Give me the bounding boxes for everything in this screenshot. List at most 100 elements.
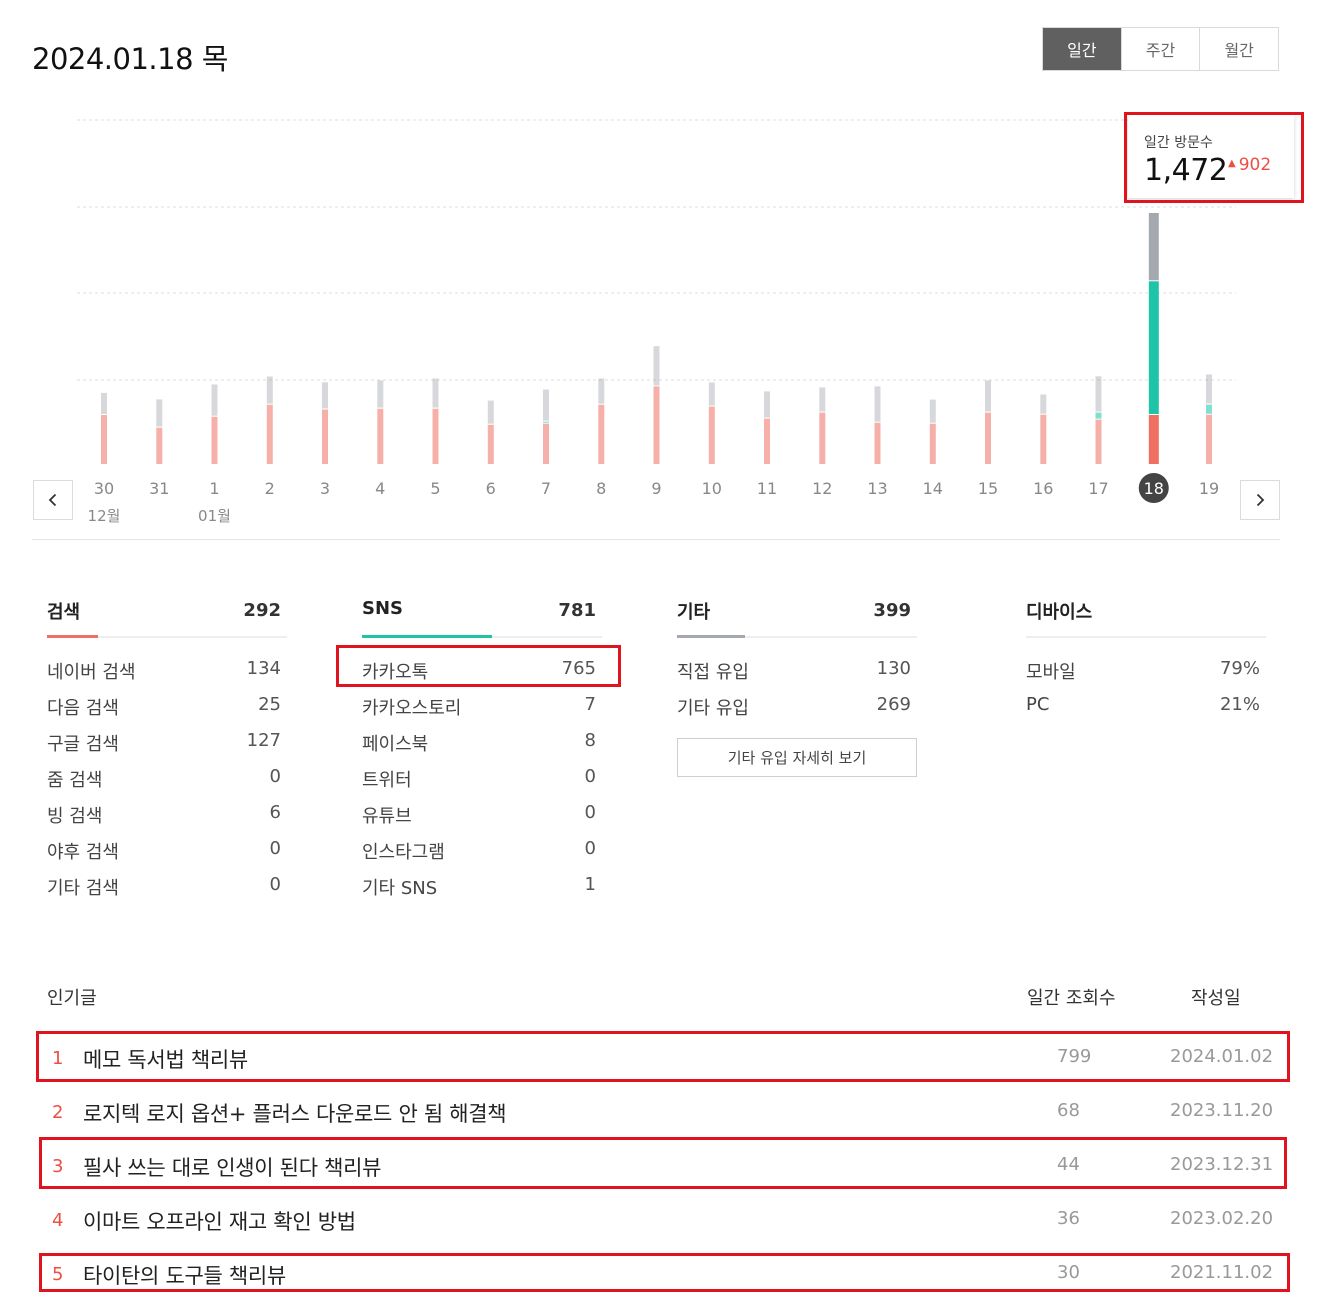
post-title[interactable]: 로지텍 로지 옵션+ 플러스 다운로드 안 됨 해결책 [83,1098,507,1128]
post-title[interactable]: 타이탄의 도구들 책리뷰 [83,1260,286,1290]
stat-label: 직접 유입 [677,662,749,683]
x-tick-label: 10 [702,479,722,498]
stat-search-header: 검색 292 [47,596,287,638]
x-tick-label: 3 [320,479,330,498]
stat-row: 유튜브 0 [362,796,602,832]
chart-bar-segment [1206,414,1212,464]
stat-row: 다음 검색 25 [47,688,287,724]
stat-value: 765 [561,658,596,679]
popular-post-row[interactable]: 2 로지텍 로지 옵션+ 플러스 다운로드 안 됨 해결책 68 2023.11… [47,1084,1274,1138]
stat-value: 21% [1219,694,1260,715]
stat-value: 79% [1219,658,1260,679]
stat-value: 134 [246,658,281,679]
chart-bar-segment [266,376,273,404]
etc-detail-button[interactable]: 기타 유입 자세히 보기 [677,738,917,777]
x-tick-label: 11 [757,479,777,498]
stat-value: 1 [584,874,596,895]
stat-sns-name: SNS [362,598,403,619]
popular-post-row[interactable]: 4 이마트 오프라인 재고 확인 방법 36 2023.02.20 [47,1192,1273,1246]
stat-row: 기타 SNS 1 [362,868,602,904]
stat-device: 디바이스 모바일 79% PC 21% [1026,596,1266,724]
stat-label: 빙 검색 [47,806,103,827]
stat-row: 구글 검색 127 [47,724,287,760]
tab-monthly[interactable]: 월간 [1199,28,1279,70]
stat-device-name: 디바이스 [1026,602,1093,623]
stat-row: 페이스북 8 [362,724,602,760]
x-tick-label: 19 [1199,479,1219,498]
stat-sns-total: 781 [558,600,596,621]
chart-bar-segment [432,378,439,408]
chart-prev-button[interactable] [33,480,73,520]
month-label: 12월 [88,507,121,525]
stat-etc-header: 기타 399 [677,596,917,638]
post-title[interactable]: 필사 쓰는 대로 인생이 된다 책리뷰 [83,1152,381,1182]
chevron-left-icon [48,493,57,507]
daily-visits-tooltip: 일간 방문수 1,472 ▲ 902 [1128,115,1294,198]
chart-bar-segment [377,380,384,408]
stat-etc-total: 399 [873,600,911,621]
stat-row: 카카오스토리 7 [362,688,602,724]
month-label: 01월 [198,507,231,525]
chart-bar-segment [432,408,439,464]
chart-bar-segment [1095,412,1102,419]
stat-label: 기타 검색 [47,878,119,899]
post-rank: 2 [52,1102,64,1123]
stat-sns: SNS 781 카카오톡 765 카카오스토리 7 페이스북 8 트위터 0 유튜브 0 … [362,596,602,904]
stat-label: 다음 검색 [47,698,119,719]
stat-label: 트위터 [362,770,412,791]
popular-post-row[interactable]: 5 타이탄의 도구들 책리뷰 30 2021.11.02 [47,1246,1274,1298]
post-rank: 5 [52,1264,64,1285]
chart-bar-segment [487,424,494,464]
chart-bar-segment [929,399,936,423]
stat-search-name: 검색 [47,602,81,623]
chart-bar-segment [322,409,328,464]
chart-bar-segment [101,415,107,464]
post-views: 799 [1057,1046,1092,1067]
stat-row: 직접 유입 130 [677,652,917,688]
stat-value: 0 [584,766,596,787]
stat-value: 0 [584,838,596,859]
x-tick-label: 15 [978,479,998,498]
tab-daily[interactable]: 일간 [1043,28,1121,70]
post-date: 2024.01.02 [1170,1046,1274,1067]
chart-bar-segment [598,404,605,464]
x-tick-label: 14 [923,479,943,498]
chart-bar-segment [1040,394,1047,414]
chart-bar-segment [543,389,549,421]
chart-next-button[interactable] [1240,480,1280,520]
popular-post-row[interactable]: 3 필사 쓰는 대로 인생이 된다 책리뷰 44 2023.12.31 [47,1138,1273,1192]
popular-title: 인기글 [47,988,97,1009]
chart-bar-segment [764,418,770,464]
chart-bar-segment [708,406,715,464]
x-tick-label: 18 [1144,479,1164,498]
stat-row: 네이버 검색 134 [47,652,287,688]
post-date: 2021.11.02 [1170,1262,1274,1283]
stat-row: PC 21% [1026,688,1266,724]
stat-label: 구글 검색 [47,734,119,755]
chart-bar-segment [543,423,549,464]
chart-bar-segment [653,346,660,386]
post-title[interactable]: 메모 독서법 책리뷰 [83,1044,248,1074]
x-tick-label: 1 [209,479,219,498]
chart-bar-segment [874,422,881,464]
stat-value: 0 [584,802,596,823]
tab-weekly[interactable]: 주간 [1120,28,1200,70]
popular-post-row[interactable]: 1 메모 독서법 책리뷰 799 2024.01.02 [47,1030,1274,1084]
post-title[interactable]: 이마트 오프라인 재고 확인 방법 [83,1206,356,1236]
x-tick-label: 16 [1033,479,1053,498]
stat-label: 기타 유입 [677,698,749,719]
chart-bar-segment [266,404,273,464]
chart-bar-segment [1148,213,1159,281]
section-divider [32,539,1280,540]
post-date: 2023.11.20 [1170,1100,1274,1121]
chart-bar-segment [156,427,163,464]
stat-row: 야후 검색 0 [47,832,287,868]
page-title: 2024.01.18 목 [32,42,228,76]
stat-value: 0 [269,766,281,787]
stat-value: 7 [584,694,596,715]
chart-bar-segment [819,387,826,412]
chart-bar-segment [1095,376,1102,412]
chart-bar-segment [322,382,328,409]
chart-bar-segment [764,391,770,418]
x-tick-label: 13 [867,479,887,498]
